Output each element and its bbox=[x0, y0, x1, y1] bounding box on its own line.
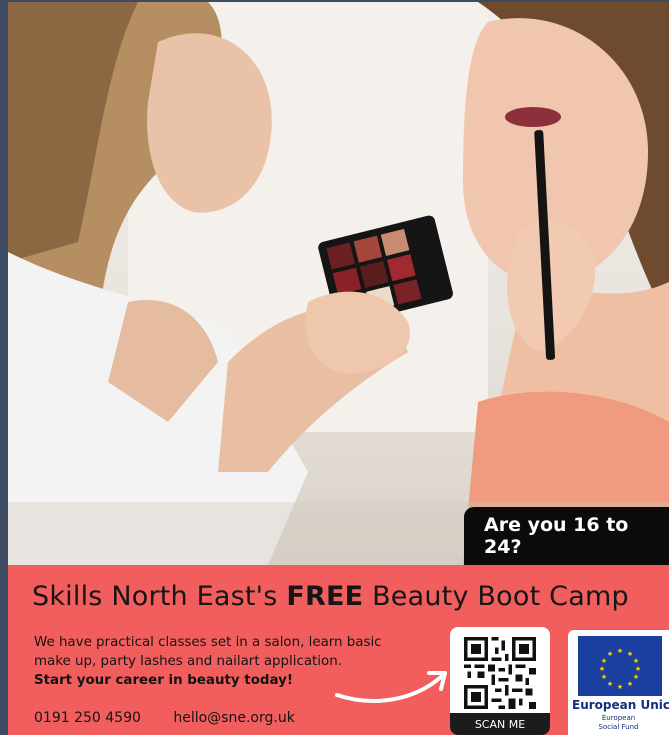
svg-text:★: ★ bbox=[601, 657, 607, 665]
svg-text:★: ★ bbox=[633, 657, 639, 665]
eu-subtitle-1: European bbox=[601, 714, 636, 722]
svg-text:★: ★ bbox=[599, 665, 605, 673]
eu-title: European Unic bbox=[572, 698, 669, 712]
svg-text:★: ★ bbox=[601, 673, 607, 681]
svg-text:★: ★ bbox=[633, 673, 639, 681]
svg-text:★: ★ bbox=[617, 683, 623, 691]
scan-me-label: SCAN ME bbox=[450, 713, 550, 735]
age-question-text: Are you 16 to 24? bbox=[484, 514, 629, 558]
email-address[interactable]: hello@sne.org.uk bbox=[173, 710, 294, 726]
eu-flag-icon: ★ ★ ★ ★ ★ ★ ★ ★ ★ ★ ★ ★ bbox=[578, 636, 662, 696]
headline-free: FREE bbox=[286, 581, 364, 612]
photo-illustration bbox=[8, 2, 669, 565]
age-question-badge: Are you 16 to 24? bbox=[464, 507, 669, 565]
description-line-1: We have practical classes set in a salon… bbox=[34, 635, 382, 650]
qr-code-card[interactable]: SCAN ME bbox=[450, 627, 550, 735]
eu-subtitle-2: Social Fund bbox=[598, 723, 639, 731]
makeup-photo: Are you 16 to 24? bbox=[8, 2, 669, 565]
contact-details: 0191 250 4590 hello@sne.org.uk bbox=[34, 710, 323, 726]
phone-number[interactable]: 0191 250 4590 bbox=[34, 710, 141, 726]
svg-text:★: ★ bbox=[607, 650, 613, 658]
svg-text:★: ★ bbox=[617, 647, 623, 655]
curved-arrow-icon bbox=[335, 671, 447, 703]
headline-pre: Skills North East's bbox=[32, 581, 287, 612]
headline-post: Beauty Boot Camp bbox=[363, 581, 629, 612]
svg-text:★: ★ bbox=[627, 680, 633, 688]
eu-funding-logo: ★ ★ ★ ★ ★ ★ ★ ★ ★ ★ ★ ★ European Unic Eu… bbox=[568, 630, 669, 735]
qr-code-icon bbox=[464, 637, 536, 709]
poster: Are you 16 to 24? Skills North East's FR… bbox=[8, 2, 669, 735]
info-banner: Skills North East's FREE Beauty Boot Cam… bbox=[8, 565, 669, 735]
svg-text:★: ★ bbox=[635, 665, 641, 673]
svg-text:★: ★ bbox=[607, 680, 613, 688]
headline: Skills North East's FREE Beauty Boot Cam… bbox=[32, 581, 629, 612]
